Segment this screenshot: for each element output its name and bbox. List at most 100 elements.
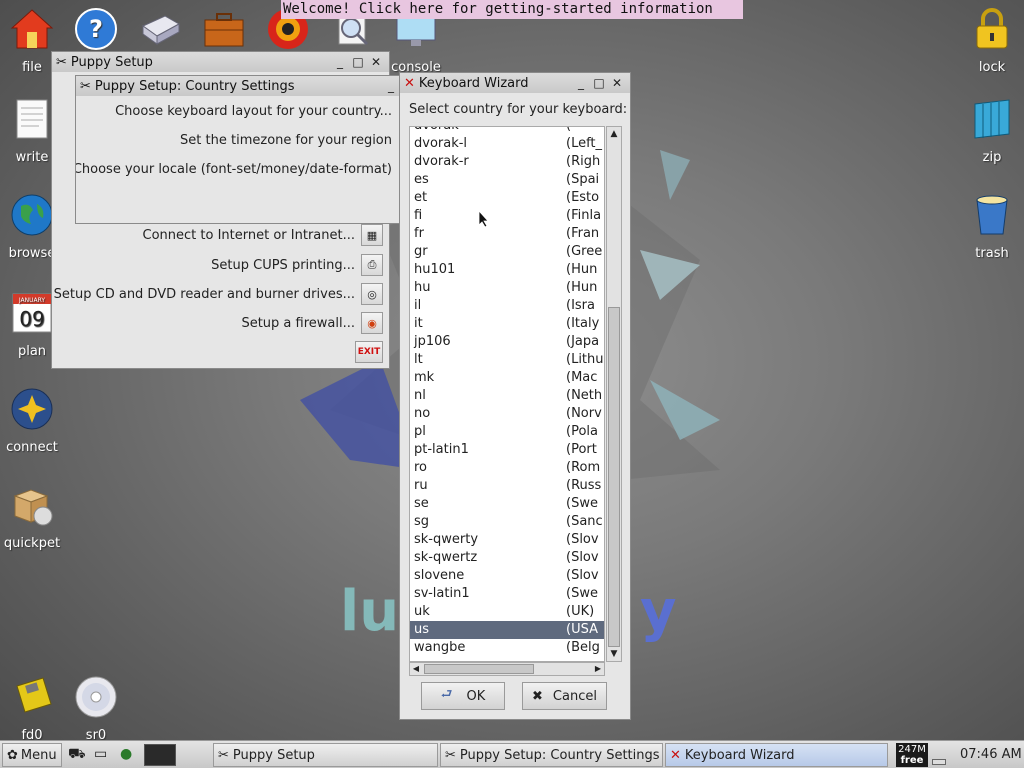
- keyboard-layout-row[interactable]: us (USA: [410, 621, 604, 639]
- layout-country: (Norv: [566, 406, 602, 421]
- keyboard-layout-row[interactable]: hu (Hun: [410, 279, 604, 297]
- desktop-icon-help[interactable]: ?: [61, 6, 131, 52]
- quicklaunch-pager-icon[interactable]: [144, 744, 176, 766]
- keyboard-layout-row[interactable]: et (Esto: [410, 189, 604, 207]
- clock[interactable]: 07:46 AM: [960, 747, 1022, 762]
- keyboard-layout-row[interactable]: mk (Mac: [410, 369, 604, 387]
- quicklaunch-globe-icon[interactable]: ●: [120, 746, 132, 762]
- quicklaunch-drive-icon[interactable]: ▭: [94, 746, 107, 762]
- help-icon: ?: [75, 8, 117, 50]
- printer-setup-button[interactable]: ⎙: [361, 254, 383, 276]
- keyboard-layout-row[interactable]: gr (Gree: [410, 243, 604, 261]
- keyboard-layout-row[interactable]: dvorak-l (Left_: [410, 135, 604, 153]
- keyboard-layout-row[interactable]: sk-qwerty (Slov: [410, 531, 604, 549]
- task-keyboard-wizard[interactable]: ✕ Keyboard Wizard: [665, 743, 888, 767]
- country-item-locale[interactable]: Choose your locale (font-set/money/date-…: [76, 162, 398, 177]
- keyboard-layout-row[interactable]: sv-latin1 (Swe: [410, 585, 604, 603]
- quicklaunch-install-icon[interactable]: ⛟: [68, 746, 86, 764]
- keyboard-layout-row[interactable]: pt-latin1 (Port: [410, 441, 604, 459]
- desktop-icon-sr0[interactable]: sr0: [61, 674, 131, 743]
- keyboard-layout-list[interactable]: dvorak(dvorak-l(Left_dvorak-r(Righes(Spa…: [409, 126, 605, 662]
- minimize-button[interactable]: _: [382, 79, 400, 93]
- minimize-button[interactable]: _: [331, 55, 349, 69]
- scroll-up-arrow[interactable]: ▲: [607, 127, 621, 141]
- task-puppy-setup[interactable]: ✂ Puppy Setup: [213, 743, 438, 767]
- layout-code: no: [414, 406, 431, 421]
- task-country-settings[interactable]: ✂ Puppy Setup: Country Settings: [440, 743, 663, 767]
- keyboard-layout-row[interactable]: wangbe (Belg: [410, 639, 604, 657]
- firewall-setup-button[interactable]: ◉: [361, 312, 383, 334]
- keyboard-layout-row[interactable]: dvorak(: [410, 127, 604, 135]
- puppy-setup-titlebar[interactable]: ✂ Puppy Setup _ □ ✕: [52, 52, 389, 72]
- task-label: Puppy Setup: Country Settings: [459, 747, 660, 763]
- close-button[interactable]: ✕: [608, 76, 626, 90]
- keyboard-layout-row[interactable]: no (Norv: [410, 405, 604, 423]
- scroll-left-arrow[interactable]: ◀: [410, 663, 422, 675]
- free-memory-indicator: 247M free: [896, 743, 928, 767]
- layout-country: (Russ: [566, 478, 602, 493]
- keyboard-layout-row[interactable]: fr (Fran: [410, 225, 604, 243]
- keyboard-layout-row[interactable]: pl (Pola: [410, 423, 604, 441]
- country-item-label: Set the timezone for your region: [180, 133, 392, 148]
- layout-code: mk: [414, 370, 435, 385]
- cd-dvd-setup-button[interactable]: ◎: [361, 283, 383, 305]
- setup-item-label: Setup CD and DVD reader and burner drive…: [53, 286, 355, 302]
- minimize-button[interactable]: _: [572, 76, 590, 90]
- keyboard-layout-row[interactable]: uk (UK): [410, 603, 604, 621]
- keyboard-layout-row[interactable]: ro (Rom: [410, 459, 604, 477]
- keyboard-layout-row[interactable]: lt (Lithu: [410, 351, 604, 369]
- desktop-icon-trash[interactable]: trash: [957, 192, 1024, 261]
- start-menu-button[interactable]: ✿ Menu: [2, 743, 62, 767]
- scroll-right-arrow[interactable]: ▶: [592, 663, 604, 675]
- keyboard-layout-row[interactable]: sg (Sanc: [410, 513, 604, 531]
- horizontal-scrollbar[interactable]: ◀ ▶: [409, 662, 605, 676]
- keyboard-wizard-titlebar[interactable]: ✕ Keyboard Wizard _ □ ✕: [400, 73, 630, 93]
- layout-code: dvorak-r: [414, 154, 469, 169]
- layout-country: (Slov: [566, 568, 599, 583]
- keyboard-layout-row[interactable]: ru (Russ: [410, 477, 604, 495]
- cancel-button[interactable]: ✖ Cancel: [522, 682, 607, 710]
- desktop-icon-briefcase[interactable]: [189, 6, 259, 52]
- welcome-banner[interactable]: Welcome! Click here for getting-started …: [281, 0, 743, 19]
- layout-code: dvorak: [410, 127, 566, 135]
- window-title: Puppy Setup: Country Settings: [94, 78, 295, 94]
- close-button[interactable]: ✕: [367, 55, 385, 69]
- maximize-button[interactable]: □: [590, 76, 608, 90]
- network-connect-button[interactable]: ▦: [361, 224, 383, 246]
- country-settings-titlebar[interactable]: ✂ Puppy Setup: Country Settings _: [76, 76, 404, 96]
- country-item-keyboard[interactable]: Choose keyboard layout for your country.…: [115, 104, 398, 119]
- layout-country: (Swe: [566, 496, 598, 511]
- exit-button[interactable]: EXIT: [355, 341, 383, 363]
- keyboard-layout-row[interactable]: fi (Finla: [410, 207, 604, 225]
- enter-arrow-icon: ⮐: [440, 687, 453, 702]
- desktop-icon-connect[interactable]: connect: [0, 386, 67, 455]
- keyboard-layout-row[interactable]: hu101 (Hun: [410, 261, 604, 279]
- keyboard-layout-row[interactable]: se (Swe: [410, 495, 604, 513]
- layout-code: hu101: [414, 262, 456, 277]
- mouse-cursor-icon: [478, 210, 489, 228]
- maximize-button[interactable]: □: [349, 55, 367, 69]
- scroll-down-arrow[interactable]: ▼: [607, 647, 621, 661]
- desktop-icon-fd0[interactable]: fd0: [0, 674, 67, 743]
- desktop-icon-zip[interactable]: zip: [957, 96, 1024, 165]
- keyboard-layout-row[interactable]: sk-qwertz (Slov: [410, 549, 604, 567]
- vertical-scrollbar[interactable]: ▲ ▼: [606, 126, 622, 662]
- desktop-icon-drive[interactable]: [125, 6, 195, 52]
- layout-country: (Slov: [566, 550, 599, 565]
- ok-button[interactable]: ⮐ OK: [421, 682, 505, 710]
- keyboard-layout-row[interactable]: es (Spai: [410, 171, 604, 189]
- keyboard-layout-row[interactable]: dvorak-r (Righ: [410, 153, 604, 171]
- exit-label: EXIT: [357, 347, 381, 357]
- printer-icon: ⎙: [367, 258, 377, 271]
- keyboard-layout-row[interactable]: il (Isra: [410, 297, 604, 315]
- keyboard-layout-row[interactable]: it (Italy: [410, 315, 604, 333]
- scroll-thumb[interactable]: [608, 307, 620, 647]
- keyboard-layout-row[interactable]: slovene (Slov: [410, 567, 604, 585]
- keyboard-layout-row[interactable]: nl (Neth: [410, 387, 604, 405]
- keyboard-layout-row[interactable]: jp106 (Japa: [410, 333, 604, 351]
- desktop-icon-quickpet[interactable]: quickpet: [0, 482, 67, 551]
- hscroll-thumb[interactable]: [424, 664, 534, 674]
- country-item-timezone[interactable]: Set the timezone for your region: [180, 133, 398, 148]
- desktop-icon-lock[interactable]: lock: [957, 6, 1024, 75]
- layout-code: ru: [414, 478, 428, 493]
